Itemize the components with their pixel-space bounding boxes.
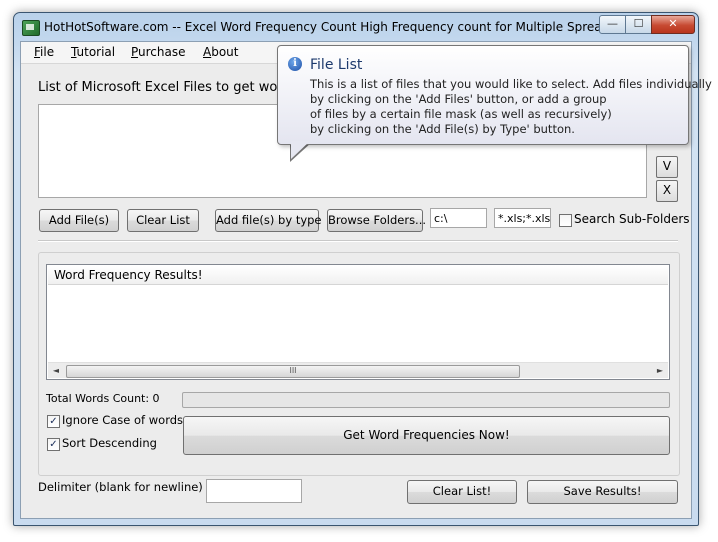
minimize-button[interactable]: — xyxy=(599,15,626,34)
menu-about[interactable]: About xyxy=(203,45,239,59)
window-title: HotHotSoftware.com -- Excel Word Frequen… xyxy=(44,20,661,34)
delimiter-label: Delimiter (blank for newline) xyxy=(38,480,203,494)
add-files-button[interactable]: Add File(s) xyxy=(39,209,119,232)
add-files-by-type-button[interactable]: Add file(s) by type xyxy=(215,209,322,232)
tooltip-title: File List xyxy=(310,57,363,73)
tooltip-tail-inner xyxy=(291,141,310,159)
delimiter-input[interactable] xyxy=(206,479,302,503)
title-bar[interactable]: HotHotSoftware.com -- Excel Word Frequen… xyxy=(14,13,698,41)
ignore-case-checkbox[interactable]: ✓ xyxy=(47,415,60,428)
files-list-label: List of Microsoft Excel Files to get wor… xyxy=(38,80,313,95)
search-subfolders-checkbox[interactable] xyxy=(559,214,572,227)
file-list-tooltip: i File List This is a list of files that… xyxy=(277,45,712,145)
browse-folders-button[interactable]: Browse Folders... xyxy=(327,209,426,232)
total-words-count: Total Words Count: 0 xyxy=(46,392,160,405)
results-horizontal-scrollbar[interactable]: ◄ III ► xyxy=(48,362,668,378)
tooltip-line-4: by clicking on the 'Add File(s) by Type'… xyxy=(310,122,575,136)
scroll-left-icon[interactable]: ◄ xyxy=(49,364,63,377)
menu-file[interactable]: File xyxy=(34,45,54,59)
app-icon xyxy=(22,20,40,36)
close-button[interactable]: ✕ xyxy=(651,15,695,34)
maximize-button[interactable]: ☐ xyxy=(625,15,652,34)
sort-descending-checkbox[interactable]: ✓ xyxy=(47,438,60,451)
info-icon: i xyxy=(288,57,302,71)
remove-file-button[interactable]: X xyxy=(656,180,678,202)
scroll-thumb[interactable]: III xyxy=(66,365,520,378)
menu-purchase[interactable]: Purchase xyxy=(131,45,186,59)
move-down-button[interactable]: V xyxy=(656,156,678,178)
tooltip-line-3: of files by a certain file mask (as well… xyxy=(310,107,612,121)
search-subfolders-label: Search Sub-Folders xyxy=(574,212,690,226)
results-column-header[interactable]: Word Frequency Results! xyxy=(48,266,668,285)
results-list[interactable]: Word Frequency Results! ◄ III ► xyxy=(46,264,670,380)
tooltip-line-2: by clicking on the 'Add Files' button, o… xyxy=(310,92,607,106)
results-header-label: Word Frequency Results! xyxy=(54,268,203,282)
progress-bar xyxy=(182,392,670,408)
save-results-button[interactable]: Save Results! xyxy=(527,480,678,504)
folder-path-input[interactable]: c:\ xyxy=(430,208,487,228)
section-divider xyxy=(38,240,678,242)
clear-list-button[interactable]: Clear List xyxy=(127,209,199,232)
ignore-case-label: Ignore Case of words xyxy=(62,413,184,427)
get-word-frequencies-button[interactable]: Get Word Frequencies Now! xyxy=(183,416,670,455)
file-mask-input[interactable]: *.xls;*.xlsx xyxy=(494,208,551,228)
tooltip-line-1: This is a list of files that you would l… xyxy=(310,77,712,91)
clear-list-footer-button[interactable]: Clear List! xyxy=(407,480,517,504)
scroll-right-icon[interactable]: ► xyxy=(653,364,667,377)
sort-descending-label: Sort Descending xyxy=(62,436,157,450)
menu-tutorial[interactable]: Tutorial xyxy=(71,45,115,59)
